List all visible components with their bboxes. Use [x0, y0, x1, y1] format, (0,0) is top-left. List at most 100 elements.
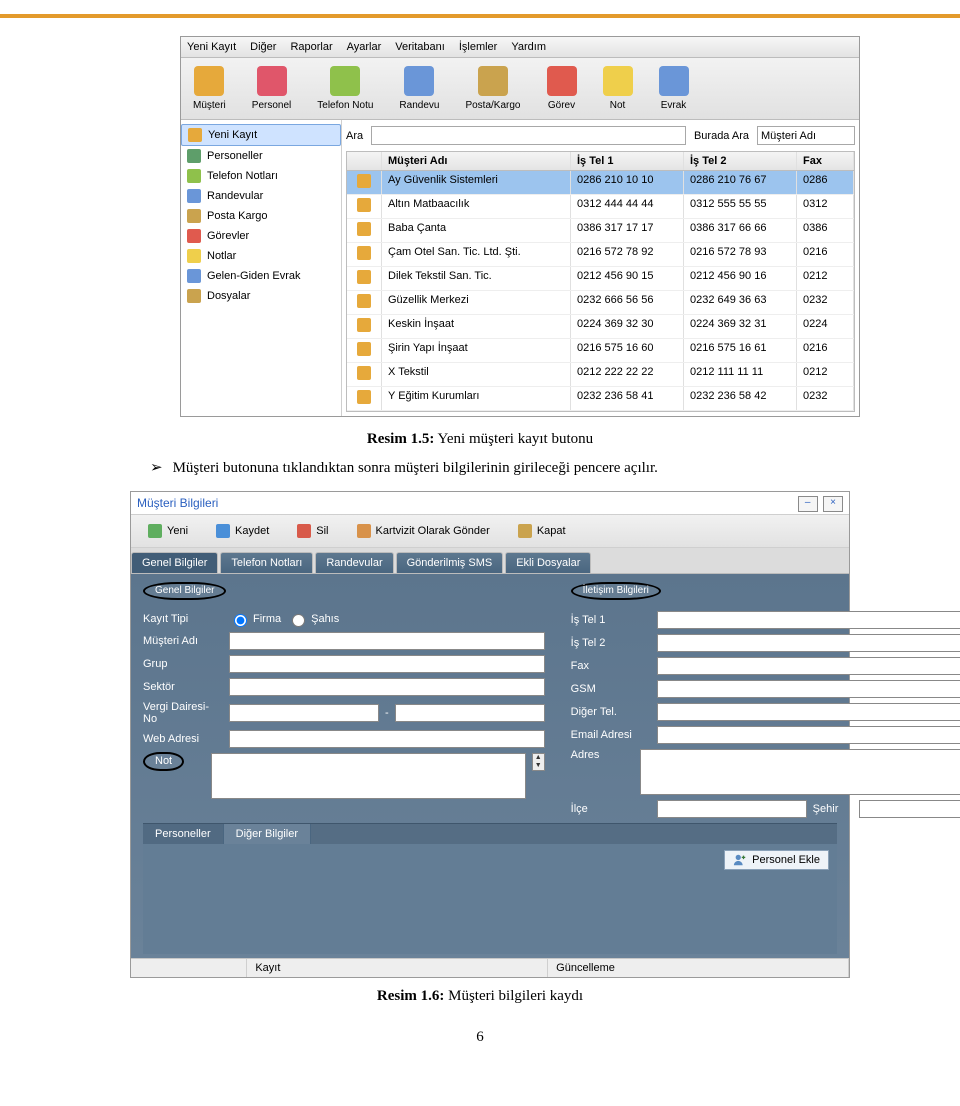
dlg-btn-label: Kartvizit Olarak Gönder	[376, 525, 490, 537]
cell-fax: 0232	[797, 291, 854, 314]
table-row[interactable]: Y Eğitim Kurumları 0232 236 58 41 0232 2…	[347, 387, 854, 411]
sidebar-item-Dosyalar[interactable]: Dosyalar	[181, 286, 341, 306]
toolbar-Posta/Kargo[interactable]: Posta/Kargo	[465, 66, 520, 111]
tab-Randevular[interactable]: Randevular	[315, 552, 393, 573]
input-istel1[interactable]	[657, 611, 960, 629]
search-input[interactable]	[371, 126, 686, 145]
menubar: Yeni Kayıt Diğer Raporlar Ayarlar Veritabanı…	[181, 37, 859, 58]
subtab-Diğer Bilgiler[interactable]: Diğer Bilgiler	[224, 824, 311, 844]
status-kayit: Kayıt	[247, 959, 548, 977]
input-grup[interactable]	[229, 655, 545, 673]
table-row[interactable]: Güzellik Merkezi 0232 666 56 56 0232 649…	[347, 291, 854, 315]
input-vergi-no[interactable]	[395, 704, 545, 722]
label-gsm: GSM	[571, 683, 651, 695]
input-sektor[interactable]	[229, 678, 545, 696]
Sil-icon	[297, 524, 311, 538]
table-row[interactable]: Şirin Yapı İnşaat 0216 575 16 60 0216 57…	[347, 339, 854, 363]
menu-Yardım[interactable]: Yardım	[511, 41, 546, 53]
Posta Kargo-icon	[187, 209, 201, 223]
menu-İşlemler[interactable]: İşlemler	[459, 41, 498, 53]
menu-Yeni Kayıt[interactable]: Yeni Kayıt	[187, 41, 236, 53]
personel-ekle-button[interactable]: Personel Ekle	[724, 850, 829, 870]
label-email: Email Adresi	[571, 729, 651, 741]
subtab-Personeller[interactable]: Personeller	[143, 824, 224, 844]
cell-fax: 0286	[797, 171, 854, 194]
input-sehir[interactable]	[859, 800, 960, 818]
input-istel2[interactable]	[657, 634, 960, 652]
input-fax[interactable]	[657, 657, 960, 675]
dlg-btn-label: Kapat	[537, 525, 566, 537]
search-in-field[interactable]	[757, 126, 855, 145]
toolbar-Telefon Notu[interactable]: Telefon Notu	[317, 66, 373, 111]
folder-icon	[357, 390, 371, 404]
input-email[interactable]	[657, 726, 960, 744]
menu-Veritabanı[interactable]: Veritabanı	[395, 41, 445, 53]
sidebar-item-Personeller[interactable]: Personeller	[181, 146, 341, 166]
tab-Genel Bilgiler[interactable]: Genel Bilgiler	[131, 552, 218, 573]
cell-name: Altın Matbaacılık	[382, 195, 571, 218]
menu-Diğer[interactable]: Diğer	[250, 41, 276, 53]
Telefon Notu-icon	[330, 66, 360, 96]
cell-tel1: 0286 210 10 10	[571, 171, 684, 194]
sidebar-item-label: Gelen-Giden Evrak	[207, 270, 301, 282]
input-ilce[interactable]	[657, 800, 807, 818]
radio-sahis[interactable]	[292, 614, 305, 627]
note-spinner[interactable]: ▲▼	[532, 753, 545, 771]
caption-1-5: Resim 1.5: Yeni müşteri kayıt butonu	[0, 431, 960, 448]
textarea-adres[interactable]	[640, 749, 960, 795]
sidebar-item-Telefon Notları[interactable]: Telefon Notları	[181, 166, 341, 186]
toolbar-Not[interactable]: Not	[603, 66, 633, 111]
input-musteri[interactable]	[229, 632, 545, 650]
customer-dialog: Müşteri Bilgileri – × Yeni Kaydet Sil Ka…	[130, 491, 850, 978]
table-row[interactable]: Keskin İnşaat 0224 369 32 30 0224 369 32…	[347, 315, 854, 339]
label-adres: Adres	[571, 749, 635, 761]
tab-Ekli Dosyalar[interactable]: Ekli Dosyalar	[505, 552, 591, 573]
tab-Gönderilmiş SMS[interactable]: Gönderilmiş SMS	[396, 552, 504, 573]
menu-Raporlar[interactable]: Raporlar	[290, 41, 332, 53]
sidebar-item-Görevler[interactable]: Görevler	[181, 226, 341, 246]
table-row[interactable]: Dilek Tekstil San. Tic. 0212 456 90 15 0…	[347, 267, 854, 291]
toolbar-Personel[interactable]: Personel	[252, 66, 291, 111]
sidebar: Yeni Kayıt Personeller Telefon Notları R…	[181, 120, 342, 416]
sub-tabs: PersonellerDiğer Bilgiler	[143, 823, 837, 844]
cell-fax: 0232	[797, 387, 854, 410]
minimize-button[interactable]: –	[798, 496, 818, 512]
table-row[interactable]: Altın Matbaacılık 0312 444 44 44 0312 55…	[347, 195, 854, 219]
radio-firma[interactable]	[234, 614, 247, 627]
textarea-not[interactable]	[211, 753, 525, 799]
menu-Ayarlar[interactable]: Ayarlar	[347, 41, 382, 53]
sidebar-item-Yeni Kayıt[interactable]: Yeni Kayıt	[181, 124, 341, 146]
sidebar-item-Gelen-Giden Evrak[interactable]: Gelen-Giden Evrak	[181, 266, 341, 286]
label-vergi: Vergi Dairesi-No	[143, 701, 223, 725]
toolbar-Görev[interactable]: Görev	[547, 66, 577, 111]
toolbar-Randevu[interactable]: Randevu	[399, 66, 439, 111]
close-button[interactable]: ×	[823, 496, 843, 512]
toolbar-Evrak[interactable]: Evrak	[659, 66, 689, 111]
toolbar-Müşteri[interactable]: Müşteri	[193, 66, 226, 111]
sidebar-item-Randevular[interactable]: Randevular	[181, 186, 341, 206]
table-row[interactable]: Çam Otel San. Tic. Ltd. Şti. 0216 572 78…	[347, 243, 854, 267]
input-gsm[interactable]	[657, 680, 960, 698]
cell-fax: 0386	[797, 219, 854, 242]
input-diger[interactable]	[657, 703, 960, 721]
cell-fax: 0216	[797, 339, 854, 362]
radio-firma-label: Firma	[253, 613, 281, 625]
input-vergi-daire[interactable]	[229, 704, 379, 722]
sidebar-item-Notlar[interactable]: Notlar	[181, 246, 341, 266]
dlg-btn-Sil[interactable]: Sil	[288, 521, 337, 541]
dlg-btn-Yeni[interactable]: Yeni	[139, 521, 197, 541]
table-row[interactable]: X Tekstil 0212 222 22 22 0212 111 11 11 …	[347, 363, 854, 387]
input-web[interactable]	[229, 730, 545, 748]
dlg-btn-Kaydet[interactable]: Kaydet	[207, 521, 278, 541]
table-row[interactable]: Ay Güvenlik Sistemleri 0286 210 10 10 02…	[347, 171, 854, 195]
table-row[interactable]: Baba Çanta 0386 317 17 17 0386 317 66 66…	[347, 219, 854, 243]
label-sehir: Şehir	[813, 803, 853, 815]
sidebar-item-label: Randevular	[207, 190, 263, 202]
sidebar-item-Posta Kargo[interactable]: Posta Kargo	[181, 206, 341, 226]
label-istel1: İş Tel 1	[571, 614, 651, 626]
Gelen-Giden Evrak-icon	[187, 269, 201, 283]
dlg-btn-Kartvizit Olarak Gönder[interactable]: Kartvizit Olarak Gönder	[348, 521, 499, 541]
Kapat-icon	[518, 524, 532, 538]
dlg-btn-Kapat[interactable]: Kapat	[509, 521, 575, 541]
tab-Telefon Notları[interactable]: Telefon Notları	[220, 552, 313, 573]
